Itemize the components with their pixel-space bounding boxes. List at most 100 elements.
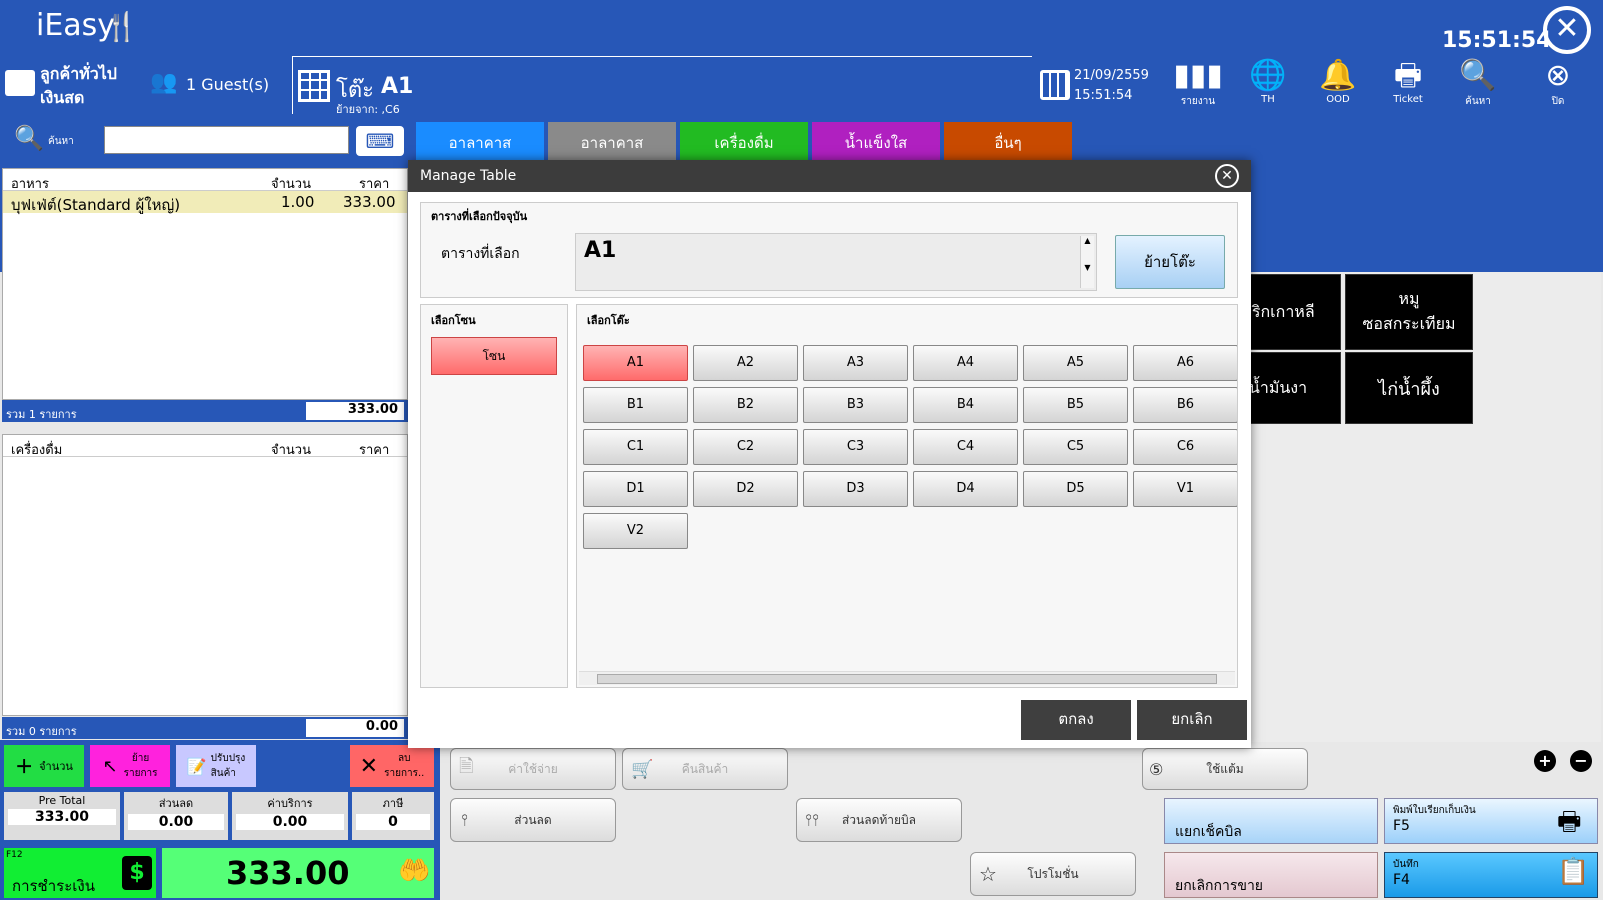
promotion-button[interactable]: ☆ โปรโมชั่น <box>970 852 1136 896</box>
ood-button[interactable]: 🔔 OOD <box>1308 58 1368 105</box>
table-button-b3[interactable]: B3 <box>803 387 908 423</box>
dialog-header: Manage Table <box>408 160 1251 192</box>
fork-knife-icon: 🍴 <box>104 10 139 43</box>
guest-count[interactable]: 1 Guest(s) <box>186 75 269 94</box>
payment-key: F12 <box>6 850 23 860</box>
table-button-a6[interactable]: A6 <box>1133 345 1237 381</box>
keyboard-icon[interactable]: ⌨ <box>356 126 404 156</box>
use-points-button[interactable]: ⑤ ใช้แต้ม <box>1142 748 1308 790</box>
search-input[interactable] <box>104 126 349 154</box>
category-tab-5[interactable]: อื่นๆ <box>944 122 1072 162</box>
bill-discount-label: ส่วนลดท้ายบิล <box>841 812 917 827</box>
adjust-product-button[interactable]: 📝 ปรับปรุง สินค้า <box>176 745 256 787</box>
selected-table-field[interactable]: A1 ▲ ▼ <box>575 233 1097 291</box>
order-item-name: บุฟเฟ่ต์(Standard ผู้ใหญ่) <box>11 196 181 214</box>
plus-circle-icon[interactable]: + <box>1534 750 1556 772</box>
tax-box: ภาษี 0 <box>352 792 434 840</box>
table-button-b5[interactable]: B5 <box>1023 387 1128 423</box>
table-button-d3[interactable]: D3 <box>803 471 908 507</box>
table-button-a1[interactable]: A1 <box>583 345 688 381</box>
bill-discount-button[interactable]: ⫯⫯ ส่วนลดท้ายบิล <box>796 798 962 842</box>
save-button[interactable]: บันทึก F4 📋 <box>1384 852 1598 898</box>
table-button-b1[interactable]: B1 <box>583 387 688 423</box>
menu-tile-4[interactable]: ไก่น้ำผึ้ง <box>1345 352 1473 424</box>
table-button-a4[interactable]: A4 <box>913 345 1018 381</box>
language-button[interactable]: 🌐 TH <box>1238 58 1298 105</box>
table-button-d1[interactable]: D1 <box>583 471 688 507</box>
food-order-panel: อาหาร จำนวน ราคา บุฟเฟ่ต์(Standard ผู้ให… <box>2 168 408 400</box>
search-top-button[interactable]: 🔍 ค้นหา <box>1448 58 1508 109</box>
split-bill-button[interactable]: แยกเช็คบิล <box>1164 798 1378 844</box>
order-item-price: 333.00 <box>343 193 396 211</box>
cancel-button[interactable]: ยกเลิก <box>1137 700 1247 740</box>
table-button-v2[interactable]: V2 <box>583 513 688 549</box>
move-item-button[interactable]: ↖ ย้าย รายการ <box>90 745 170 787</box>
return-button[interactable]: 🛒 คืนสินค้า <box>622 748 788 790</box>
quantity-button[interactable]: ＋ จำนวน <box>4 745 84 787</box>
cancel-sale-button[interactable]: ยกเลิกการขาย <box>1164 852 1378 898</box>
table-button-a5[interactable]: A5 <box>1023 345 1128 381</box>
table-name[interactable]: A1 <box>381 74 413 99</box>
minus-circle-icon[interactable]: − <box>1570 750 1592 772</box>
category-tab-4[interactable]: น้ำแข็งใส <box>812 122 940 162</box>
ticket-button[interactable]: 🖶 Ticket <box>1378 58 1438 105</box>
delete-item-label: ลบ รายการ.. <box>384 753 425 779</box>
cart-icon: 🛒 <box>631 758 654 780</box>
drink-summary-label: รวม 0 รายการ <box>6 725 77 738</box>
zone-button[interactable]: โซน <box>431 337 557 375</box>
delete-item-button[interactable]: ✕ ลบ รายการ.. <box>350 745 434 787</box>
table-button-c4[interactable]: C4 <box>913 429 1018 465</box>
move-item-label: ย้าย รายการ <box>123 753 158 779</box>
table-button-b4[interactable]: B4 <box>913 387 1018 423</box>
table-button-b2[interactable]: B2 <box>693 387 798 423</box>
table-button-c3[interactable]: C3 <box>803 429 908 465</box>
split-bill-label: แยกเช็คบิล <box>1175 824 1242 840</box>
expense-button[interactable]: 🗎 ค่าใช้จ่าย <box>450 748 616 790</box>
category-tab-3[interactable]: เครื่องดื่ม <box>680 122 808 162</box>
field-scrollbar[interactable]: ▲ ▼ <box>1080 236 1094 288</box>
use-points-label: ใช้แต้ม <box>1206 761 1244 776</box>
dialog-close-icon[interactable]: ✕ <box>1215 164 1239 188</box>
header-divider <box>292 56 1032 57</box>
table-row[interactable]: บุฟเฟ่ต์(Standard ผู้ใหญ่) 1.00 333.00 <box>3 191 407 214</box>
horizontal-scrollbar[interactable] <box>579 671 1235 685</box>
category-tab-2[interactable]: อาลาคาส <box>548 122 676 162</box>
menu-tile-2[interactable]: หมู ซอสกระเทียม <box>1345 274 1473 350</box>
ood-label: OOD <box>1326 94 1350 105</box>
table-button-d4[interactable]: D4 <box>913 471 1018 507</box>
current-table-heading: ตารางที่เลือกปัจจุบัน <box>431 210 528 223</box>
language-label: TH <box>1261 94 1275 105</box>
move-table-button[interactable]: ย้ายโต๊ะ <box>1115 235 1225 289</box>
table-button-v1[interactable]: V1 <box>1133 471 1237 507</box>
table-button-b6[interactable]: B6 <box>1133 387 1237 423</box>
star-icon: ☆ <box>979 862 997 886</box>
table-button-a3[interactable]: A3 <box>803 345 908 381</box>
cash-hand-icon: 🤲 <box>398 856 431 886</box>
total-amount-display: 333.00 🤲 <box>162 848 434 898</box>
table-button-c1[interactable]: C1 <box>583 429 688 465</box>
scrollbar-thumb[interactable] <box>597 674 1217 684</box>
discount-button[interactable]: ⫯ ส่วนลด <box>450 798 616 842</box>
category-tab-1[interactable]: อาลาคาส <box>416 122 544 162</box>
selected-table-label: ตารางที่เลือก <box>441 246 520 262</box>
ok-button[interactable]: ตกลง <box>1021 700 1131 740</box>
table-button-c6[interactable]: C6 <box>1133 429 1237 465</box>
close-top-button[interactable]: ⊗ ปิด <box>1528 58 1588 109</box>
report-button[interactable]: ▮▮▮ รายงาน <box>1168 58 1228 109</box>
table-button-d5[interactable]: D5 <box>1023 471 1128 507</box>
ticket-label: Ticket <box>1393 94 1423 105</box>
table-button-c5[interactable]: C5 <box>1023 429 1128 465</box>
table-button-a2[interactable]: A2 <box>693 345 798 381</box>
table-button-d2[interactable]: D2 <box>693 471 798 507</box>
printer-icon: 🖶 <box>1557 807 1582 837</box>
drink-header-price: ราคา <box>359 443 390 458</box>
x-icon: ✕ <box>359 753 379 779</box>
drink-header-name: เครื่องดื่ม <box>11 443 63 458</box>
app-close-icon[interactable]: ✕ <box>1543 6 1591 54</box>
table-moved-from: ย้ายจาก: ,C6 <box>336 103 400 116</box>
dollar-icon: $ <box>122 856 152 890</box>
table-button-c2[interactable]: C2 <box>693 429 798 465</box>
print-bill-button[interactable]: พิมพ์ใบเรียกเก็บเงิน F5 🖶 <box>1384 798 1598 844</box>
payment-button[interactable]: F12 การชำระเงิน $ <box>4 848 156 898</box>
customer-name[interactable]: ลูกค้าทั่วไป <box>40 62 117 87</box>
